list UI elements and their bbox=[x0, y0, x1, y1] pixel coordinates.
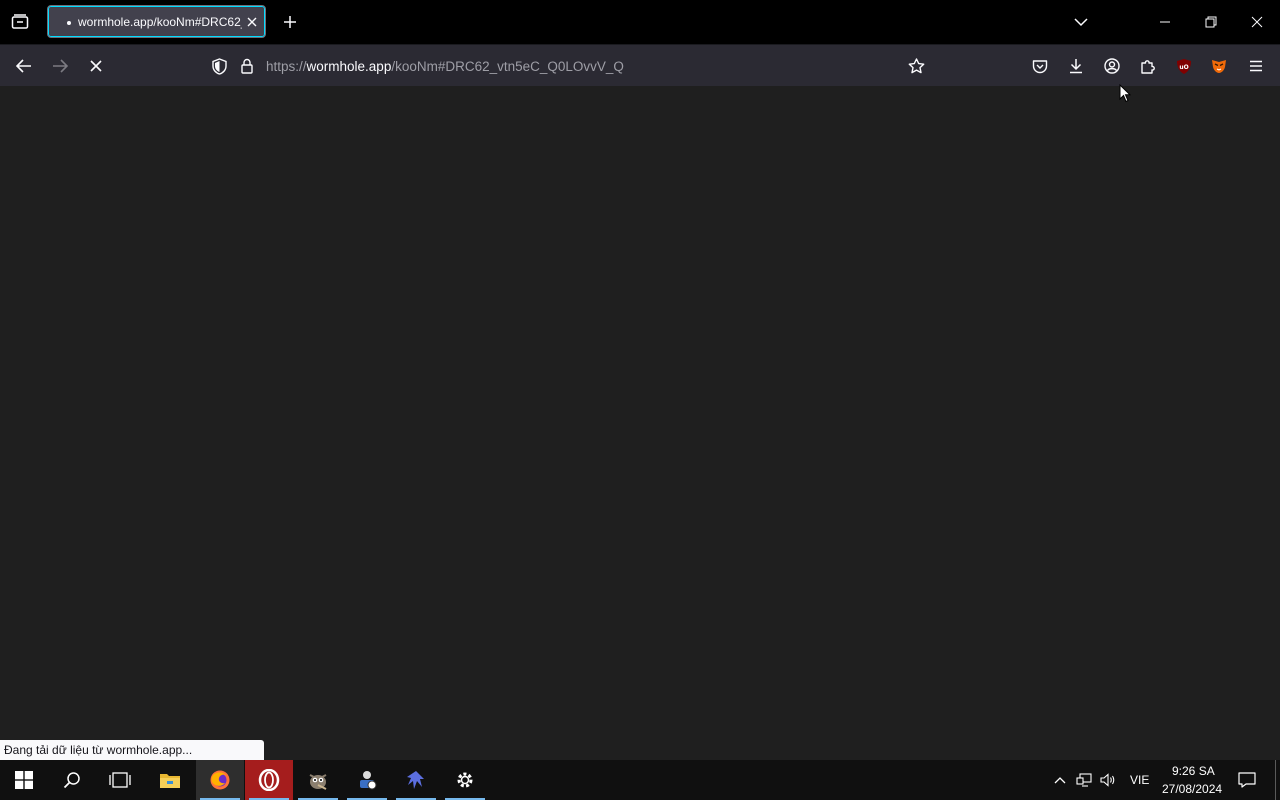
search-icon[interactable] bbox=[48, 760, 96, 800]
account-icon[interactable] bbox=[1101, 55, 1123, 77]
loading-dot-icon bbox=[67, 21, 71, 25]
url-text[interactable]: https://wormhole.app/kooNm#DRC62_vtn5eC_… bbox=[266, 59, 624, 74]
notification-center-icon[interactable] bbox=[1237, 771, 1257, 789]
clock-date[interactable]: 27/08/2024 bbox=[1162, 782, 1222, 796]
url-scheme: https:// bbox=[266, 59, 307, 74]
url-path: /kooNm#DRC62_vtn5eC_Q0LOvvV_Q bbox=[391, 59, 624, 74]
firefox-icon[interactable] bbox=[196, 760, 244, 800]
show-desktop-button[interactable] bbox=[1275, 760, 1276, 800]
nav-toolbar: https://wormhole.app/kooNm#DRC62_vtn5eC_… bbox=[0, 44, 1280, 87]
back-icon[interactable] bbox=[12, 55, 36, 77]
taskbar: VIE 9:26 SA 27/08/2024 bbox=[0, 760, 1280, 800]
extensions-icon[interactable] bbox=[1137, 55, 1159, 77]
list-tabs-icon[interactable] bbox=[1071, 12, 1091, 32]
stop-loading-icon[interactable] bbox=[84, 55, 108, 77]
gimp-icon[interactable] bbox=[294, 760, 342, 800]
volume-icon[interactable] bbox=[1099, 772, 1117, 788]
svg-text:uO: uO bbox=[1179, 64, 1188, 71]
url-host: wormhole.app bbox=[306, 59, 392, 74]
tab-title: wormhole.app/kooNm#DRC62_vtn5eC_Q0LOvvV_… bbox=[78, 15, 242, 29]
tab-bar: wormhole.app/kooNm#DRC62_vtn5eC_Q0LOvvV_… bbox=[0, 0, 1280, 44]
close-window-icon[interactable] bbox=[1242, 10, 1272, 34]
status-text: Đang tải dữ liệu từ wormhole.app... bbox=[0, 740, 264, 760]
page-content bbox=[0, 86, 1280, 760]
bookmark-star-icon[interactable] bbox=[906, 56, 926, 76]
ublock-origin-icon[interactable]: uO bbox=[1173, 55, 1195, 77]
clock-time[interactable]: 9:26 SA bbox=[1172, 764, 1215, 778]
shield-icon[interactable] bbox=[210, 57, 228, 75]
download-icon[interactable] bbox=[1065, 55, 1087, 77]
opera-icon[interactable] bbox=[245, 760, 293, 800]
settings-icon[interactable] bbox=[441, 760, 489, 800]
start-icon[interactable] bbox=[0, 760, 48, 800]
firefox-view-icon[interactable] bbox=[8, 11, 32, 33]
pocket-icon[interactable] bbox=[1029, 55, 1051, 77]
url-bar[interactable]: https://wormhole.app/kooNm#DRC62_vtn5eC_… bbox=[200, 49, 940, 83]
lock-icon[interactable] bbox=[238, 57, 256, 75]
restore-icon[interactable] bbox=[1196, 10, 1226, 34]
close-tab-icon[interactable] bbox=[244, 14, 260, 30]
privacy-badger-icon[interactable] bbox=[1208, 55, 1230, 77]
tab-active[interactable]: wormhole.app/kooNm#DRC62_vtn5eC_Q0LOvvV_… bbox=[47, 5, 266, 38]
task-view-icon[interactable] bbox=[96, 760, 144, 800]
menu-icon[interactable] bbox=[1245, 55, 1267, 77]
minimize-icon[interactable] bbox=[1150, 10, 1180, 34]
app-icon[interactable] bbox=[343, 760, 391, 800]
inkscape-icon[interactable] bbox=[392, 760, 440, 800]
new-tab-button[interactable] bbox=[280, 12, 300, 32]
tray-chevron-up-icon[interactable] bbox=[1052, 772, 1068, 788]
forward-icon[interactable] bbox=[48, 55, 72, 77]
file-explorer-icon[interactable] bbox=[146, 760, 194, 800]
language-indicator[interactable]: VIE bbox=[1130, 773, 1149, 787]
network-icon[interactable] bbox=[1075, 772, 1093, 788]
mouse-cursor-icon bbox=[1118, 83, 1132, 103]
